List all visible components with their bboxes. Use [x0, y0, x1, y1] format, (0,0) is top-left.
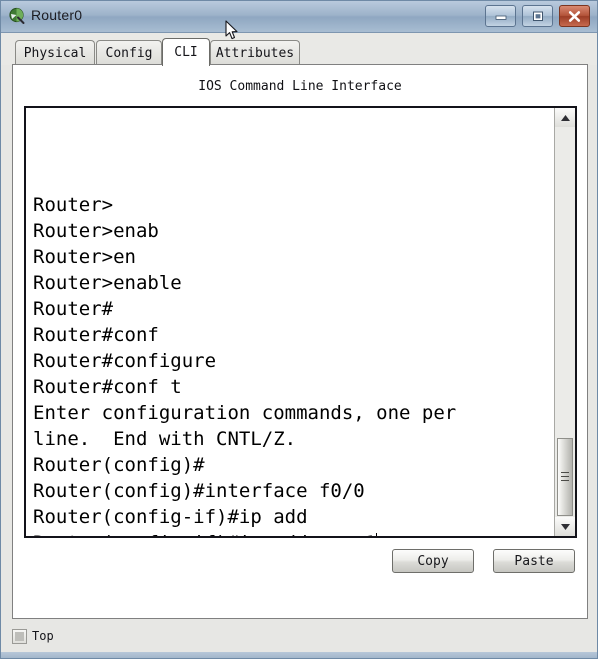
terminal-scrollbar[interactable] — [554, 108, 575, 536]
router-icon — [8, 7, 26, 25]
tab-config-label: Config — [105, 45, 153, 61]
bottom-bar: Top — [1, 620, 597, 658]
text-caret — [376, 533, 378, 536]
triangle-up-icon — [560, 109, 571, 127]
terminal-line: Router>en — [33, 246, 136, 268]
triangle-down-icon — [560, 518, 571, 536]
tab-cli-label: CLI — [174, 45, 198, 60]
terminal-line: Router> — [33, 194, 114, 216]
top-checkbox[interactable] — [12, 629, 27, 644]
thumb-grip-line — [561, 476, 569, 477]
close-icon — [560, 6, 589, 26]
scroll-down-button[interactable] — [555, 517, 575, 536]
tab-bar: Physical Config CLI Attributes — [1, 33, 597, 66]
terminal-line: line. End with CNTL/Z. — [33, 428, 297, 450]
terminal-container: Router> Router>enab Router>en Router>ena… — [24, 106, 577, 538]
router-cli-window: Router0 Physical Config CLI Attributes I… — [0, 0, 598, 659]
maximize-icon — [523, 6, 552, 26]
tab-cli[interactable]: CLI — [162, 38, 210, 66]
status-strip — [1, 652, 597, 658]
tab-attributes-label: Attributes — [215, 45, 295, 61]
copy-button-label: Copy — [417, 553, 449, 569]
tab-physical[interactable]: Physical — [15, 40, 95, 65]
top-checkbox-label: Top — [32, 629, 54, 643]
tab-attributes[interactable]: Attributes — [210, 40, 300, 65]
thumb-grip-line — [561, 472, 569, 473]
title-bar: Router0 — [1, 1, 597, 33]
tab-physical-label: Physical — [23, 45, 87, 61]
panel-title: IOS Command Line Interface — [198, 79, 402, 94]
minimize-icon — [486, 6, 515, 26]
terminal-current-line: Router(config-if)#ip address 1 — [33, 530, 558, 536]
scroll-up-button[interactable] — [555, 108, 575, 127]
terminal-line: Router(config)# — [33, 454, 205, 476]
close-button[interactable] — [559, 5, 590, 27]
terminal-line: Router>enab — [33, 220, 159, 242]
terminal-line: Enter configuration commands, one per — [33, 402, 457, 424]
paste-button-label: Paste — [514, 553, 554, 569]
checkbox-box-icon — [15, 632, 24, 641]
terminal-line: Router(config-if)#ip add — [33, 506, 308, 528]
terminal-line: Router# — [33, 298, 114, 320]
thumb-grip-line — [561, 480, 569, 481]
terminal-line: Router#conf — [33, 324, 159, 346]
cli-panel: IOS Command Line Interface Router> Route… — [12, 64, 588, 619]
paste-button[interactable]: Paste — [493, 549, 575, 573]
window-title: Router0 — [31, 7, 83, 23]
terminal-line: Router(config)#interface f0/0 — [33, 480, 365, 502]
terminal-current-text: Router(config-if)#ip address 1 — [33, 532, 376, 536]
tab-config[interactable]: Config — [96, 40, 162, 65]
terminal-output[interactable]: Router> Router>enab Router>en Router>ena… — [26, 108, 558, 536]
copy-button[interactable]: Copy — [392, 549, 474, 573]
maximize-button[interactable] — [522, 5, 553, 27]
terminal-line: Router#conf t — [33, 376, 182, 398]
terminal-line: Router#configure — [33, 350, 217, 372]
scrollbar-thumb[interactable] — [557, 438, 573, 516]
terminal-line: Router>enable — [33, 272, 182, 294]
minimize-button[interactable] — [485, 5, 516, 27]
